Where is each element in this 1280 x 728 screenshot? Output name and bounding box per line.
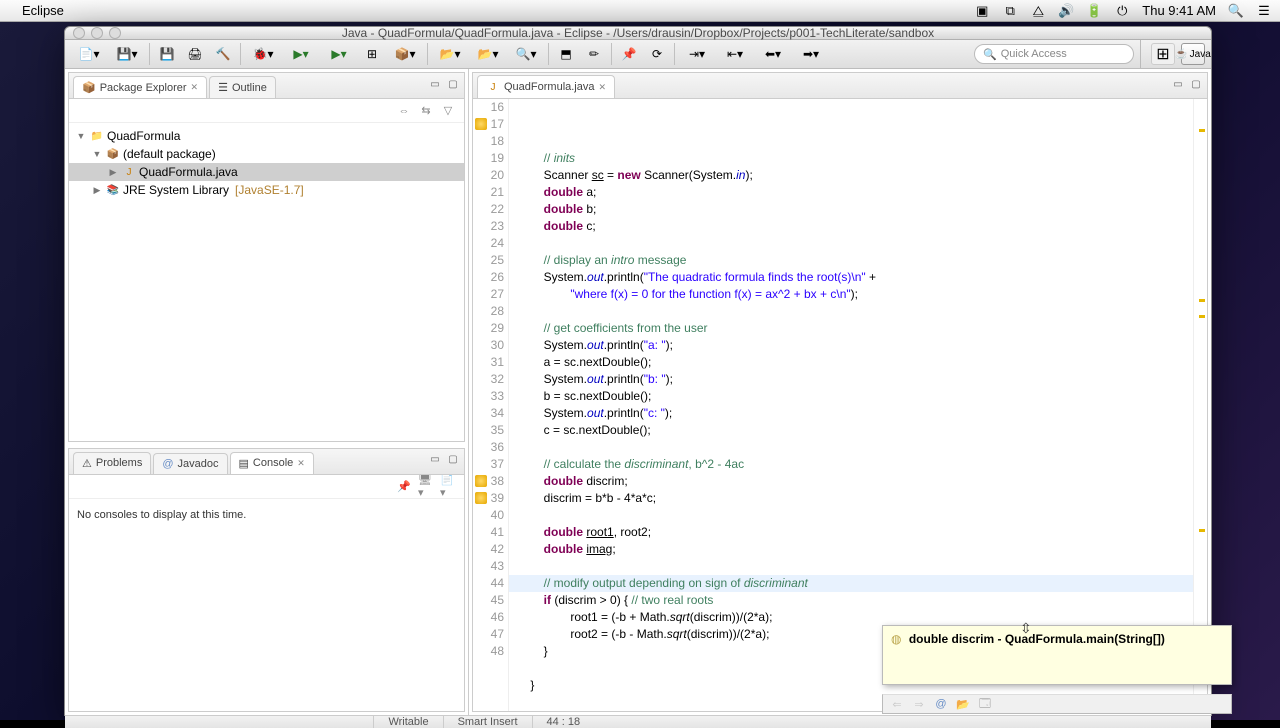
library-icon: 📚 [106,183,120,197]
javadoc-tab[interactable]: @ Javadoc [153,453,227,474]
project-node[interactable]: ▼📁 QuadFormula [69,127,464,145]
console-message: No consoles to display at this time. [69,499,464,531]
next-annotation[interactable]: ⇥▾ [679,43,715,65]
console-tab[interactable]: ▤ Console ✕ [230,452,314,474]
wifi-icon[interactable]: ⧋ [1030,3,1046,19]
eclipse-window: Java - QuadFormula/QuadFormula.java - Ec… [64,26,1212,716]
coverage-button[interactable]: ⊞ [359,43,385,65]
link-editor-icon[interactable]: ⇆ [418,103,434,119]
display-console-icon[interactable]: 🖥▾ [418,478,434,494]
minimize-button[interactable] [91,27,103,39]
search-icon: 🔍 [983,48,997,61]
package-tree: ▼📁 QuadFormula ▼📦 (default package) ▶J Q… [69,123,464,203]
code-area[interactable]: // inits Scanner sc = new Scanner(System… [509,99,1193,711]
pin-button[interactable]: 📌 [616,43,642,65]
view-menu-icon[interactable]: ▽ [440,103,456,119]
outline-icon: ☰ [218,81,228,94]
editor-view: J QuadFormula.java ✕ ▭ ▢ 161718192021222… [472,72,1208,712]
open-type-button[interactable]: 📂▾ [432,43,468,65]
save-button[interactable]: 💾▾ [109,43,145,65]
package-icon: 📦 [82,81,96,94]
warning-marker-icon[interactable] [475,475,487,487]
close-tab-icon[interactable]: ✕ [297,458,305,469]
notification-center-icon[interactable]: ☰ [1256,3,1272,19]
collapse-all-icon[interactable]: ⇔ [396,103,412,119]
search-button[interactable]: 🔍▾ [508,43,544,65]
close-button[interactable] [73,27,85,39]
package-explorer-view: 📦 Package Explorer ✕ ☰ Outline ▭ ▢ [68,72,465,442]
java-file-icon: J [122,165,136,179]
debug-button[interactable]: 🐞▾ [245,43,281,65]
warning-marker-icon[interactable] [475,118,487,130]
volume-icon[interactable]: 🔊 [1058,3,1074,19]
java-file-icon: J [486,80,500,94]
outline-tab[interactable]: ☰ Outline [209,76,276,98]
problems-icon: ⚠ [82,457,92,470]
java-perspective-button[interactable]: ☕Java [1181,43,1205,65]
open-perspective-button[interactable]: ⊞ [1151,43,1175,65]
open-console-icon[interactable]: 📄▾ [440,478,456,494]
print-button[interactable]: 🖨 [182,43,208,65]
save-all-button[interactable]: 💾 [154,43,180,65]
status-insert-mode[interactable]: Smart Insert [443,716,532,728]
window-titlebar[interactable]: Java - QuadFormula/QuadFormula.java - Ec… [65,27,1211,40]
spotlight-icon[interactable]: 🔍 [1228,3,1244,19]
macos-menubar: Eclipse ▣ ⧉ ⧋ 🔊 🔋 ⏻ Thu 9:41 AM 🔍 ☰ [0,0,1280,22]
dropbox-icon[interactable]: ⧉ [1002,3,1018,19]
quick-access-input[interactable]: 🔍 Quick Access [974,44,1134,64]
editor-tab[interactable]: J QuadFormula.java ✕ [477,75,615,98]
app-menu[interactable]: Eclipse [22,3,64,18]
prev-annotation[interactable]: ⇤▾ [717,43,753,65]
line-gutter[interactable]: 1617181920212223242526272829303132333435… [473,99,509,711]
run-last-button[interactable]: ▶▾ [321,43,357,65]
new-package-button[interactable]: 📦▾ [387,43,423,65]
forward-button[interactable]: ➡▾ [793,43,829,65]
zoom-button[interactable] [109,27,121,39]
console-view: ⚠ Problems @ Javadoc ▤ Console ✕ [68,448,465,713]
status-writable[interactable]: Writable [373,716,442,728]
minimize-view-icon[interactable]: ▭ [428,453,442,467]
project-icon: 📁 [90,129,104,143]
toggle-mark-button[interactable]: ⬒ [553,43,579,65]
maximize-view-icon[interactable]: ▢ [446,77,460,91]
close-tab-icon[interactable]: ✕ [191,82,199,93]
overview-ruler[interactable] [1193,99,1207,711]
maximize-view-icon[interactable]: ▢ [446,453,460,467]
problems-tab[interactable]: ⚠ Problems [73,452,151,474]
maximize-view-icon[interactable]: ▢ [1189,77,1203,91]
new-button[interactable]: 📄▾ [71,43,107,65]
minimize-view-icon[interactable]: ▭ [1171,77,1185,91]
minimize-view-icon[interactable]: ▭ [428,77,442,91]
status-cursor-pos[interactable]: 44 : 18 [532,716,595,728]
screencast-icon[interactable]: ▣ [974,3,990,19]
java-file-node[interactable]: ▶J QuadFormula.java [69,163,464,181]
package-node[interactable]: ▼📦 (default package) [69,145,464,163]
main-toolbar: 📄▾ 💾▾ 💾 🖨 🔨 🐞▾ ▶▾ ▶▾ ⊞ 📦▾ 📂▾ 📂▾ 🔍▾ ⬒ ✏ 📌… [65,40,1211,69]
battery-icon[interactable]: 🔋 [1086,3,1102,19]
refresh-button[interactable]: ⟳ [644,43,670,65]
close-tab-icon[interactable]: ✕ [599,82,607,93]
charge-icon[interactable]: ⏻ [1114,3,1130,19]
clock[interactable]: Thu 9:41 AM [1142,3,1216,18]
package-explorer-tab[interactable]: 📦 Package Explorer ✕ [73,76,207,98]
pin-console-icon[interactable]: 📌 [396,478,412,494]
jre-node[interactable]: ▶📚 JRE System Library [JavaSE-1.7] [69,181,464,199]
editor-body[interactable]: 1617181920212223242526272829303132333435… [473,99,1207,711]
package-icon: 📦 [106,147,120,161]
warning-marker-icon[interactable] [475,492,487,504]
back-button[interactable]: ⬅▾ [755,43,791,65]
new-class-button[interactable]: 📂▾ [470,43,506,65]
window-title: Java - QuadFormula/QuadFormula.java - Ec… [342,26,934,40]
build-button[interactable]: 🔨 [210,43,236,65]
run-button[interactable]: ▶▾ [283,43,319,65]
status-bar: Writable Smart Insert 44 : 18 [65,715,1211,728]
javadoc-icon: @ [162,458,173,470]
toggle-highlight-button[interactable]: ✏ [581,43,607,65]
console-icon: ▤ [239,457,249,470]
